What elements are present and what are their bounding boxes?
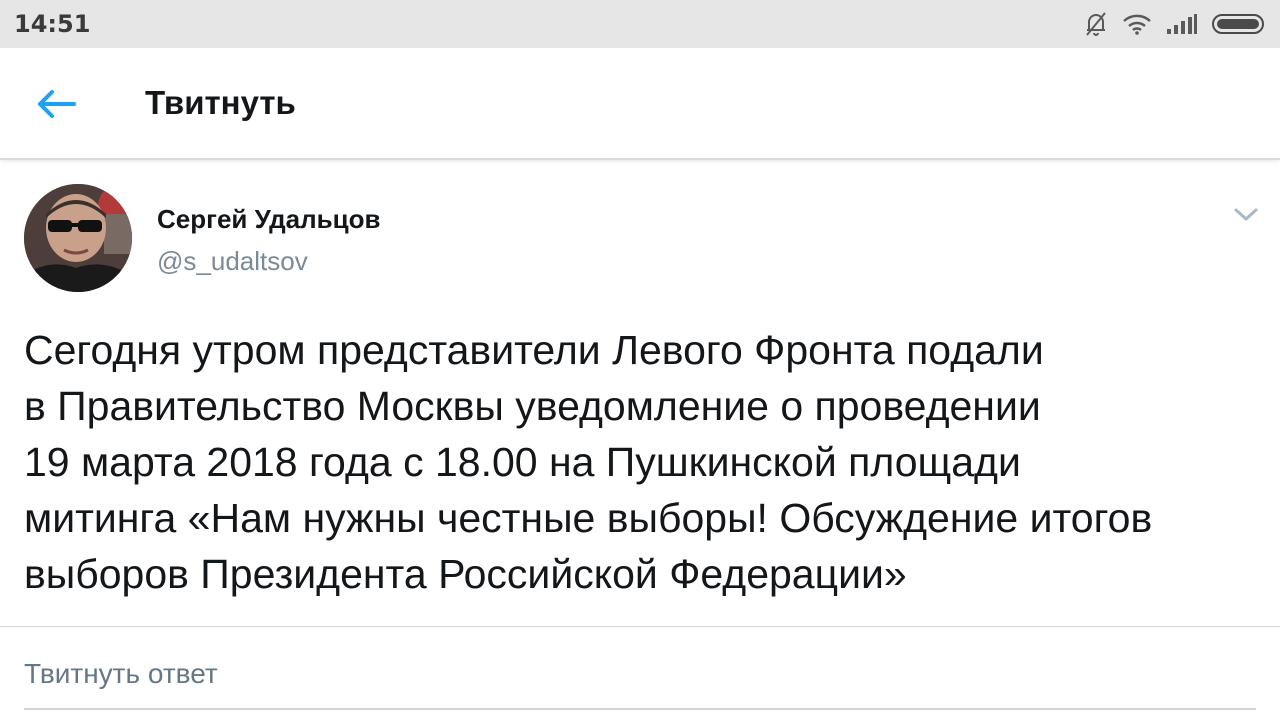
tweet-text: Сегодня утром представители Левого Фронт… xyxy=(24,322,1264,602)
tweet-text-line: Сегодня утром представители Левого Фронт… xyxy=(24,327,1044,373)
tweet-menu-button[interactable] xyxy=(1230,202,1262,226)
back-button[interactable] xyxy=(34,84,78,124)
tweet-text-line: митинга «Нам нужны честные выборы! Обсуж… xyxy=(24,495,1153,541)
author-name[interactable]: Сергей Удальцов xyxy=(157,204,380,235)
reply-placeholder: Твитнуть ответ xyxy=(24,658,218,689)
avatar[interactable] xyxy=(24,184,132,292)
status-icons xyxy=(1084,11,1266,37)
mute-bell-icon xyxy=(1084,11,1108,37)
page-title: Твитнуть xyxy=(145,84,296,121)
status-bar: 14:51 xyxy=(0,0,1280,48)
divider xyxy=(0,626,1280,627)
tweet-card: Сергей Удальцов @s_udaltsov Сегодня утро… xyxy=(0,162,1280,626)
tweet-text-line: 19 марта 2018 года с 18.00 на Пушкинской… xyxy=(24,439,1021,485)
status-time: 14:51 xyxy=(14,10,91,38)
battery-icon xyxy=(1212,12,1266,36)
reply-input[interactable]: Твитнуть ответ xyxy=(24,646,1256,710)
reply-underline xyxy=(24,708,1256,710)
author-handle[interactable]: @s_udaltsov xyxy=(157,246,308,277)
chevron-down-icon xyxy=(1230,208,1262,230)
tweet-text-line: выборов Президента Российской Федерации» xyxy=(24,551,907,597)
wifi-icon xyxy=(1122,13,1152,35)
back-arrow-icon xyxy=(34,90,78,128)
tweet-text-line: в Правительство Москвы уведомление о про… xyxy=(24,383,1041,429)
signal-icon xyxy=(1166,13,1198,35)
app-bar: Твитнуть xyxy=(0,48,1280,160)
